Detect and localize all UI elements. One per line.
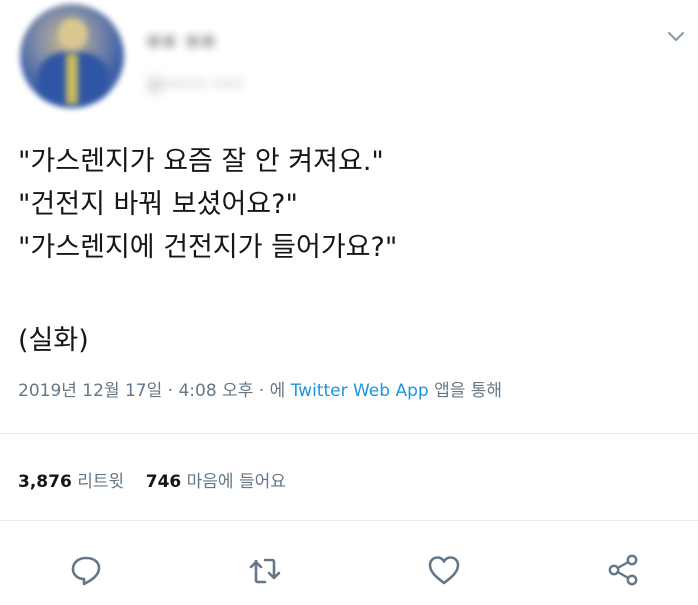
tweet-line: "가스렌지에 건전지가 들어가요?": [18, 232, 398, 263]
avatar-tie: [66, 54, 78, 104]
via-suffix: 앱을 통해: [428, 381, 503, 401]
tweet-line: "건전지 바꿔 보셨어요?": [18, 189, 298, 220]
reply-button[interactable]: [66, 550, 106, 590]
tweet-text: "가스렌지가 요즘 잘 안 켜져요." "건전지 바꿔 보셨어요?" "가스렌지…: [18, 140, 397, 362]
share-icon: [608, 554, 638, 586]
via-prefix: 에: [269, 381, 291, 401]
retweet-button[interactable]: [245, 550, 285, 590]
retweet-icon: [249, 558, 281, 584]
author-name[interactable]: •• ••: [146, 28, 216, 56]
reply-icon: [71, 556, 101, 586]
retweets-count: 3,876: [18, 472, 72, 492]
author-handle[interactable]: @•••• •••: [146, 74, 244, 95]
divider: [0, 433, 698, 434]
avatar[interactable]: [20, 4, 124, 108]
like-button[interactable]: [424, 550, 464, 590]
likes-count: 746: [145, 472, 182, 492]
likes-stat[interactable]: 746 마음에 들어요: [146, 472, 286, 492]
share-button[interactable]: [603, 550, 643, 590]
tweet-card: •• •• @•••• ••• "가스렌지가 요즘 잘 안 켜져요." "건전지…: [0, 0, 698, 605]
likes-label: 마음에 들어요: [186, 472, 286, 492]
chevron-down-icon[interactable]: [664, 24, 688, 48]
tweet-time[interactable]: 4:08 오후: [178, 381, 253, 401]
heart-icon: [428, 556, 460, 585]
avatar-face: [58, 18, 88, 50]
tweet-meta: 2019년 12월 17일 · 4:08 오후 · 에 Twitter Web …: [18, 376, 502, 401]
retweets-stat[interactable]: 3,876 리트윗: [18, 472, 124, 492]
tweet-stats: 3,876 리트윗 746 마음에 들어요: [18, 467, 286, 492]
tweet-line: (실화): [18, 325, 89, 356]
divider: [0, 520, 698, 521]
meta-separator: ·: [253, 381, 270, 401]
source-app-link[interactable]: Twitter Web App: [291, 381, 429, 401]
retweets-label: 리트윗: [77, 472, 125, 492]
tweet-date[interactable]: 2019년 12월 17일: [18, 381, 162, 401]
tweet-line: "가스렌지가 요즘 잘 안 켜져요.": [18, 146, 384, 177]
meta-separator: ·: [162, 381, 179, 401]
